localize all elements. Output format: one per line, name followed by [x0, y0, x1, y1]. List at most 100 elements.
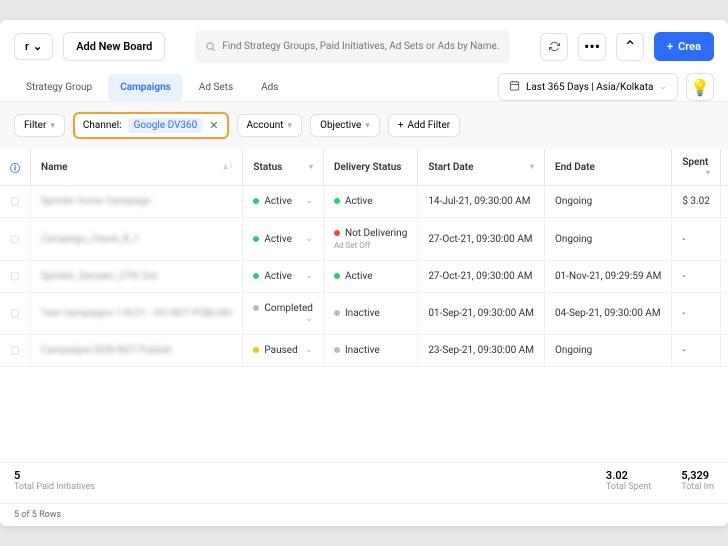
search-box[interactable] [195, 30, 510, 63]
row-start: 01-Sep-21, 09:30:00 AM [418, 293, 545, 335]
row-delivery: Inactive [323, 335, 417, 367]
row-delivery: Active [323, 261, 417, 293]
table-row[interactable]: ▢Campaigns DON NOT PublishPaused ⌄Inacti… [0, 335, 728, 367]
objective-filter[interactable]: Objective ▾ [310, 114, 380, 137]
col-impressions[interactable]: Impre [720, 149, 728, 186]
table-row[interactable]: ▢Sprinklr_Sanyam_27th OctActive ⌄Active2… [0, 261, 728, 293]
row-spent: - [672, 293, 721, 335]
row-status: Completed ⌄ [243, 293, 324, 335]
dots-icon: ••• [584, 37, 600, 56]
tabs-bar: Strategy Group Campaigns Ad Sets Ads Las… [0, 73, 728, 102]
plus-icon: + [667, 40, 673, 53]
row-start: 27-Oct-21, 09:30:00 AM [418, 261, 545, 293]
chevron-up-icon: ⌃ [623, 37, 636, 56]
summary-spent: 3.02 Total Spent [606, 469, 651, 492]
col-name[interactable]: Name ▵ ▫ [31, 149, 243, 186]
square-icon: ▢ [10, 271, 19, 282]
workspace-label: r [25, 40, 29, 53]
summary-impressions: 5,329 Total Im [681, 469, 714, 492]
col-info[interactable]: ⓘ [0, 149, 31, 186]
chevron-down-icon: ⌄ [33, 40, 42, 53]
chevron-down-icon[interactable]: ⌄ [305, 345, 313, 355]
plus-icon: + [398, 120, 404, 131]
row-icon-cell: ▢ [0, 335, 31, 367]
chevron-down-icon: ▾ [50, 121, 55, 131]
row-status: Active ⌄ [243, 218, 324, 261]
date-range-picker[interactable]: Last 365 Days | Asia/Kolkata ⌄ [498, 73, 678, 101]
square-icon: ▢ [10, 234, 19, 245]
row-end: Ongoing [544, 335, 671, 367]
sort-icon[interactable]: ▵ ▫ [224, 162, 233, 171]
chevron-down-icon: ▾ [365, 121, 370, 131]
row-name: Test Campaigns 1/8/21 - DO NOT PUBLISH [31, 293, 243, 335]
add-filter-label: Add Filter [408, 120, 451, 131]
lightbulb-icon: 💡 [690, 78, 710, 97]
chevron-down-icon[interactable]: ⌄ [305, 234, 313, 244]
row-impressions: 5,329 [720, 186, 728, 218]
chevron-down-icon[interactable]: ⌄ [305, 271, 313, 281]
col-spent[interactable]: Spent▾ [672, 149, 721, 186]
hint-button[interactable]: 💡 [686, 73, 714, 101]
table-row[interactable]: ▢Test Campaigns 1/8/21 - DO NOT PUBLISHC… [0, 293, 728, 335]
chevron-down-icon[interactable]: ⌄ [305, 196, 313, 206]
col-name-label: Name [41, 162, 68, 173]
topbar: r ⌄ Add New Board ••• ⌃ + Crea [0, 20, 728, 73]
search-input[interactable] [222, 41, 500, 52]
col-delivery[interactable]: Delivery Status [323, 149, 417, 186]
refresh-icon [549, 41, 560, 52]
workspace-dropdown[interactable]: r ⌄ [14, 33, 53, 60]
row-status: Active ⌄ [243, 261, 324, 293]
delivery-dot-icon [334, 198, 340, 204]
close-icon[interactable]: ✕ [209, 119, 218, 132]
row-count: 5 of 5 Rows [14, 510, 61, 520]
square-icon: ▢ [10, 345, 19, 356]
create-button[interactable]: + Crea [654, 32, 714, 61]
col-end-label: End Date [555, 162, 595, 173]
tab-ads[interactable]: Ads [249, 74, 290, 101]
row-status: Active ⌄ [243, 186, 324, 218]
table-row[interactable]: ▢Campaign_Check_R_1Active ⌄Not Deliverin… [0, 218, 728, 261]
tab-campaigns[interactable]: Campaigns [108, 74, 183, 101]
tab-strategy-group[interactable]: Strategy Group [14, 74, 104, 101]
status-dot-icon [253, 198, 259, 204]
col-start[interactable]: Start Date▾ [418, 149, 545, 186]
add-filter-button[interactable]: + Add Filter [388, 114, 460, 137]
table-header-row: ⓘ Name ▵ ▫ Status▾ Delivery Status Start … [0, 149, 728, 186]
channel-filter-chip[interactable]: Channel: Google DV360 ✕ [73, 112, 229, 139]
filter-label: Filter [24, 120, 46, 131]
col-status[interactable]: Status▾ [243, 149, 324, 186]
row-impressions: - [720, 261, 728, 293]
chevron-down-icon[interactable]: ⌄ [305, 314, 313, 324]
row-delivery: Inactive [323, 293, 417, 335]
square-icon: ▢ [10, 196, 19, 207]
status-dot-icon [253, 236, 259, 242]
chevron-down-icon[interactable]: ▾ [706, 168, 710, 177]
collapse-button[interactable]: ⌃ [616, 33, 644, 61]
summary-impr-value: 5,329 [681, 469, 714, 482]
summary-spent-value: 3.02 [606, 469, 651, 482]
row-icon-cell: ▢ [0, 261, 31, 293]
row-delivery: Active [323, 186, 417, 218]
account-filter[interactable]: Account ▾ [237, 114, 303, 137]
refresh-button[interactable] [540, 33, 568, 61]
chevron-down-icon[interactable]: ▾ [309, 162, 313, 171]
create-label: Crea [678, 40, 701, 53]
chevron-down-icon[interactable]: ▾ [530, 162, 534, 171]
tab-ad-sets[interactable]: Ad Sets [187, 74, 245, 101]
row-spent: $ 3.02 [672, 186, 721, 218]
add-board-button[interactable]: Add New Board [63, 32, 165, 61]
col-end[interactable]: End Date [544, 149, 671, 186]
col-spent-label: Spent [682, 157, 708, 168]
summary-impr-label: Total Im [681, 482, 714, 492]
more-button[interactable]: ••• [578, 33, 606, 61]
row-start: 14-Jul-21, 09:30:00 AM [418, 186, 545, 218]
status-dot-icon [253, 347, 259, 353]
row-status: Paused ⌄ [243, 335, 324, 367]
filter-button[interactable]: Filter ▾ [14, 114, 65, 137]
row-impressions: - [720, 293, 728, 335]
row-spent: - [672, 335, 721, 367]
row-spent: - [672, 218, 721, 261]
row-spent: - [672, 261, 721, 293]
table-row[interactable]: ▢Sprinklr Acme CampaignActive ⌄Active14-… [0, 186, 728, 218]
summary-spent-label: Total Spent [606, 482, 651, 492]
